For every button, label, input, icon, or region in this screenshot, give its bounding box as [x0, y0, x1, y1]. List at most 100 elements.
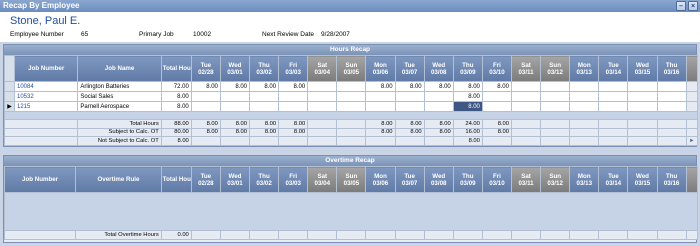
day-header[interactable]: Wed 03/15: [627, 55, 658, 82]
hours-cell[interactable]: [278, 101, 309, 112]
day-header[interactable]: Tue 03/07: [394, 55, 425, 82]
hours-cell[interactable]: 8.00: [278, 81, 309, 92]
col-job-name[interactable]: Job Name: [77, 55, 162, 82]
hours-cell[interactable]: [598, 81, 629, 92]
ot-day-header[interactable]: Sat 03/04: [307, 166, 338, 193]
hours-cell[interactable]: [510, 91, 542, 102]
ot-day-header[interactable]: Thu 03/16: [656, 166, 687, 193]
table-row[interactable]: 10532 Social Sales 8.00 8.00: [4, 91, 699, 102]
hours-cell[interactable]: 8.00: [248, 81, 280, 92]
hours-cell[interactable]: [336, 81, 367, 92]
ot-day-header[interactable]: Mon 03/13: [569, 166, 600, 193]
day-header[interactable]: Sat 03/04: [307, 55, 338, 82]
hours-cell[interactable]: [627, 91, 658, 102]
hours-cell[interactable]: [248, 91, 280, 102]
hours-cell[interactable]: [336, 101, 367, 112]
day-header[interactable]: Fri 03/03: [278, 55, 309, 82]
hours-cell[interactable]: 8.00: [394, 81, 425, 92]
hours-cell[interactable]: [540, 91, 571, 102]
hours-cell[interactable]: [219, 91, 251, 102]
hours-cell[interactable]: [423, 91, 454, 102]
day-header[interactable]: Mon 03/06: [365, 55, 396, 82]
hours-cell[interactable]: [481, 91, 512, 102]
scrollbar-track[interactable]: [685, 119, 699, 129]
job-number-cell[interactable]: 10084: [13, 81, 79, 92]
ot-day-header[interactable]: Wed 03/15: [627, 166, 658, 193]
hours-cell[interactable]: [278, 91, 309, 102]
day-header[interactable]: Sun 03/05: [336, 55, 367, 82]
col-total-hours[interactable]: Total Hours: [160, 55, 192, 82]
hours-cell[interactable]: [423, 101, 454, 112]
hours-cell[interactable]: [569, 101, 600, 112]
row-selector[interactable]: ▶: [4, 101, 15, 112]
hours-cell[interactable]: [394, 101, 425, 112]
scrollbar-track[interactable]: [685, 230, 699, 240]
hours-cell[interactable]: [627, 81, 658, 92]
col-ot-job-number[interactable]: Job Number: [3, 166, 77, 193]
hours-cell[interactable]: 8.00: [219, 81, 251, 92]
hours-cell[interactable]: [365, 91, 396, 102]
hours-cell[interactable]: [336, 91, 367, 102]
day-header[interactable]: Tue 03/14: [598, 55, 629, 82]
hours-cell[interactable]: [598, 101, 629, 112]
day-header[interactable]: Mon 03/13: [569, 55, 600, 82]
scrollbar-track[interactable]: [685, 91, 699, 102]
hours-cell[interactable]: [307, 91, 338, 102]
hours-cell[interactable]: [656, 91, 687, 102]
hours-cell[interactable]: [540, 81, 571, 92]
ot-day-header[interactable]: Sat 03/11: [510, 166, 542, 193]
day-header[interactable]: Thu 03/09: [452, 55, 483, 82]
hours-cell[interactable]: 8.00: [481, 81, 512, 92]
scrollbar-track[interactable]: [685, 81, 699, 92]
ot-day-header[interactable]: Thu 03/02: [249, 166, 280, 193]
hours-cell[interactable]: [481, 101, 512, 112]
table-row[interactable]: 10084 Arlington Batteries 72.00 8.00 8.00 8.0…: [4, 81, 699, 92]
ot-day-header[interactable]: Sun 03/12: [540, 166, 571, 193]
job-number-cell[interactable]: 1215: [13, 101, 79, 112]
minimize-button[interactable]: –: [676, 1, 686, 11]
close-button[interactable]: ×: [688, 1, 698, 11]
hours-cell[interactable]: [627, 101, 658, 112]
col-ot-total-hours[interactable]: Total Hours: [160, 166, 192, 193]
hours-cell[interactable]: [510, 81, 542, 92]
day-header[interactable]: Wed 03/08: [423, 55, 454, 82]
day-header[interactable]: Tue 02/28: [190, 55, 221, 82]
day-header[interactable]: Sat 03/11: [510, 55, 542, 82]
hours-cell[interactable]: [540, 101, 571, 112]
scrollbar-track[interactable]: [685, 127, 699, 137]
hours-cell[interactable]: [365, 101, 396, 112]
hours-cell[interactable]: 8.00: [365, 81, 396, 92]
ot-day-header[interactable]: Fri 03/10: [481, 166, 513, 193]
hours-cell[interactable]: [307, 81, 338, 92]
day-header[interactable]: Wed 03/01: [219, 55, 251, 82]
day-header[interactable]: Fri 03/10: [481, 55, 512, 82]
ot-day-header[interactable]: Wed 03/08: [423, 166, 454, 193]
hours-cell[interactable]: [190, 101, 221, 112]
table-row[interactable]: ▶ 1215 Parnell Aerospace 8.00 8.00: [4, 101, 699, 112]
hours-cell[interactable]: [248, 101, 280, 112]
hours-cell[interactable]: [394, 91, 425, 102]
hours-cell[interactable]: [307, 101, 338, 112]
hours-cell[interactable]: 8.00: [452, 91, 483, 102]
day-header[interactable]: Sun 03/12: [540, 55, 571, 82]
day-header[interactable]: Thu 03/16: [656, 55, 687, 82]
ot-day-header[interactable]: Mon 03/06: [365, 166, 396, 193]
ot-day-header[interactable]: Sun 03/05: [336, 166, 367, 193]
ot-day-header[interactable]: Thu 03/09: [452, 166, 483, 193]
scroll-right-icon[interactable]: ►: [685, 136, 699, 146]
col-job-number[interactable]: Job Number: [13, 55, 79, 82]
row-selector[interactable]: [4, 81, 15, 92]
ot-day-header[interactable]: Tue 02/28: [190, 166, 221, 193]
hours-cell[interactable]: 8.00: [452, 81, 483, 92]
hours-cell[interactable]: [598, 91, 629, 102]
day-header[interactable]: Thu 03/02: [248, 55, 280, 82]
hours-cell[interactable]: [656, 81, 687, 92]
hours-cell[interactable]: [656, 101, 687, 112]
hours-cell[interactable]: [569, 91, 600, 102]
hours-cell[interactable]: [569, 81, 600, 92]
job-number-cell[interactable]: 10532: [13, 91, 79, 102]
hours-cell[interactable]: [219, 101, 251, 112]
row-selector[interactable]: [4, 91, 15, 102]
ot-day-header[interactable]: Tue 03/14: [598, 166, 629, 193]
hours-cell[interactable]: [510, 101, 542, 112]
